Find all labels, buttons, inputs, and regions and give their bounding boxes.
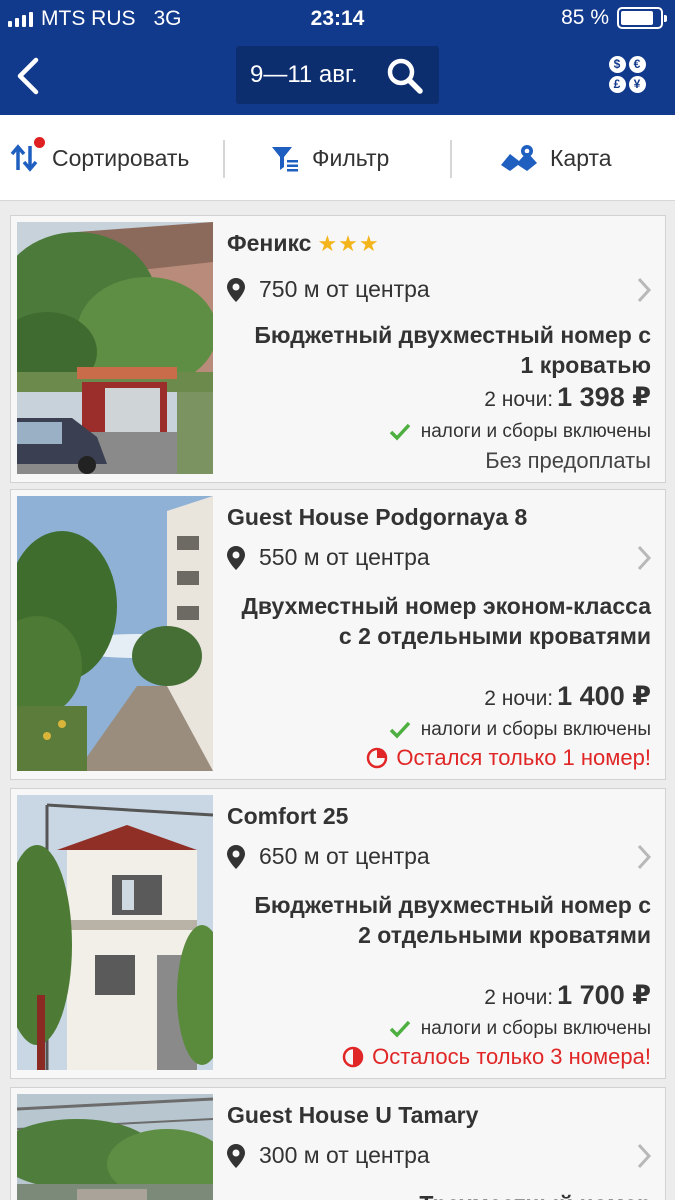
distance-text: 550 м от центра [259,544,430,570]
nights-label: 2 ночи: [484,687,554,710]
pound-icon: £ [607,74,627,94]
prepayment-text: Без предоплаты [485,448,651,473]
chevron-right-icon [637,545,652,571]
status-bar: MTS RUS 3G 23:14 85 % [0,0,675,38]
pound-symbol: £ [608,75,626,93]
hotel-distance: 750 м от центра [227,276,430,303]
hotel-name-text: Guest House Podgornaya 8 [227,504,528,530]
hotel-name[interactable]: Феникс ★★★ [227,230,380,257]
price-row: 2 ночи: 1 700 ₽ [484,980,651,1011]
hotel-photo [17,795,213,1070]
nav-bar: 9—11 авг. $ € £ ¥ [0,38,675,115]
battery-icon [617,7,667,29]
taxes-text: налоги и сборы включены [420,1018,651,1039]
hotel-name-text: Феникс [227,230,312,256]
sort-button[interactable]: Сортировать [10,115,189,201]
hotel-distance: 550 м от центра [227,544,430,571]
map-icon [500,143,538,173]
hotel-photo [17,496,213,771]
sort-icon [10,137,45,173]
taxes-note: налоги и сборы включены [389,1018,651,1040]
yen-symbol: ¥ [628,75,646,93]
taxes-text: налоги и сборы включены [420,719,651,740]
back-button[interactable] [12,54,46,98]
hotel-card[interactable]: Феникс ★★★ 750 м от центра Бюджетный двух… [10,215,666,483]
distance-text: 300 м от центра [259,1142,430,1168]
search-icon[interactable] [385,56,425,96]
hotel-card[interactable]: Guest House U Tamary 300 м от центра Тре… [10,1087,666,1200]
euro-icon: € [627,54,647,74]
toolbar-divider [450,140,452,178]
hotel-card[interactable]: Guest House Podgornaya 8 550 м от центра… [10,489,666,780]
hotel-card[interactable]: Comfort 25 650 м от центра Бюджетный дву… [10,788,666,1079]
availability-text: Остался только 1 номер! [396,745,651,770]
hotel-name[interactable]: Comfort 25 [227,803,348,830]
nights-label: 2 ночи: [484,388,554,411]
yen-icon: ¥ [627,74,647,94]
chevron-right-icon [637,1143,652,1169]
availability-text: Осталось только 3 номера! [372,1044,651,1069]
room-type: Двухместный номер эконом-класса с 2 отде… [241,593,651,649]
taxes-text: налоги и сборы включены [420,421,651,442]
filter-button[interactable]: Фильтр [270,115,389,201]
hotel-photo [17,1094,213,1200]
toolbar-divider [223,140,225,178]
distance-text: 750 м от центра [259,276,430,302]
chevron-left-icon [17,57,39,95]
location-pin-icon [227,545,245,570]
hotel-name-text: Guest House U Tamary [227,1102,479,1128]
chevron-right-icon [637,844,652,870]
check-icon [389,423,411,441]
chevron-right-icon [637,277,652,303]
taxes-note: налоги и сборы включены [389,421,651,443]
check-icon [389,1020,411,1038]
hotel-distance: 650 м от центра [227,843,430,870]
toolbar: Сортировать Фильтр Карта [0,115,675,201]
hotel-distance: 300 м от центра [227,1142,430,1169]
sort-label: Сортировать [52,144,190,171]
room-type: Бюджетный двухместный номер с 2 отдельны… [254,892,651,948]
price: 1 700 ₽ [557,980,651,1010]
hotel-name[interactable]: Guest House U Tamary [227,1102,478,1129]
price-row: 2 ночи: 1 400 ₽ [484,681,651,712]
battery-percent: 85 % [561,6,609,29]
euro-symbol: € [628,55,646,73]
timer-icon [366,747,388,769]
timer-icon [342,1046,364,1068]
sort-indicator-dot [34,137,45,148]
map-label: Карта [550,144,612,171]
check-icon [389,721,411,739]
star-rating: ★★★ [317,231,380,256]
price: 1 400 ₽ [557,681,651,711]
dollar-icon: $ [607,54,627,74]
price: 1 398 ₽ [557,382,651,412]
distance-text: 650 м от центра [259,843,430,869]
battery-level [621,11,654,25]
map-button[interactable]: Карта [500,115,612,201]
filter-label: Фильтр [312,144,390,171]
availability-alert: Осталось только 3 номера! [342,1044,651,1070]
date-range: 9—11 авг. [250,61,358,88]
nights-label: 2 ночи: [484,986,554,1009]
filter-icon [270,143,300,173]
dollar-symbol: $ [608,55,626,73]
taxes-note: налоги и сборы включены [389,719,651,741]
date-search-box[interactable]: 9—11 авг. [236,46,439,104]
location-pin-icon [227,277,245,302]
status-right: 85 % [561,6,667,30]
prepayment-note: Без предоплаты [485,448,651,474]
room-type: Трехместный номер [241,1189,651,1200]
hotel-name[interactable]: Guest House Podgornaya 8 [227,504,527,531]
currency-button[interactable]: $ € £ ¥ [607,54,647,94]
location-pin-icon [227,1143,245,1168]
hotel-name-text: Comfort 25 [227,803,349,829]
availability-alert: Остался только 1 номер! [366,745,651,771]
location-pin-icon [227,844,245,869]
hotel-photo [17,222,213,474]
price-row: 2 ночи: 1 398 ₽ [484,382,651,413]
room-type: Бюджетный двухместный номер с 1 кроватью [254,322,651,378]
